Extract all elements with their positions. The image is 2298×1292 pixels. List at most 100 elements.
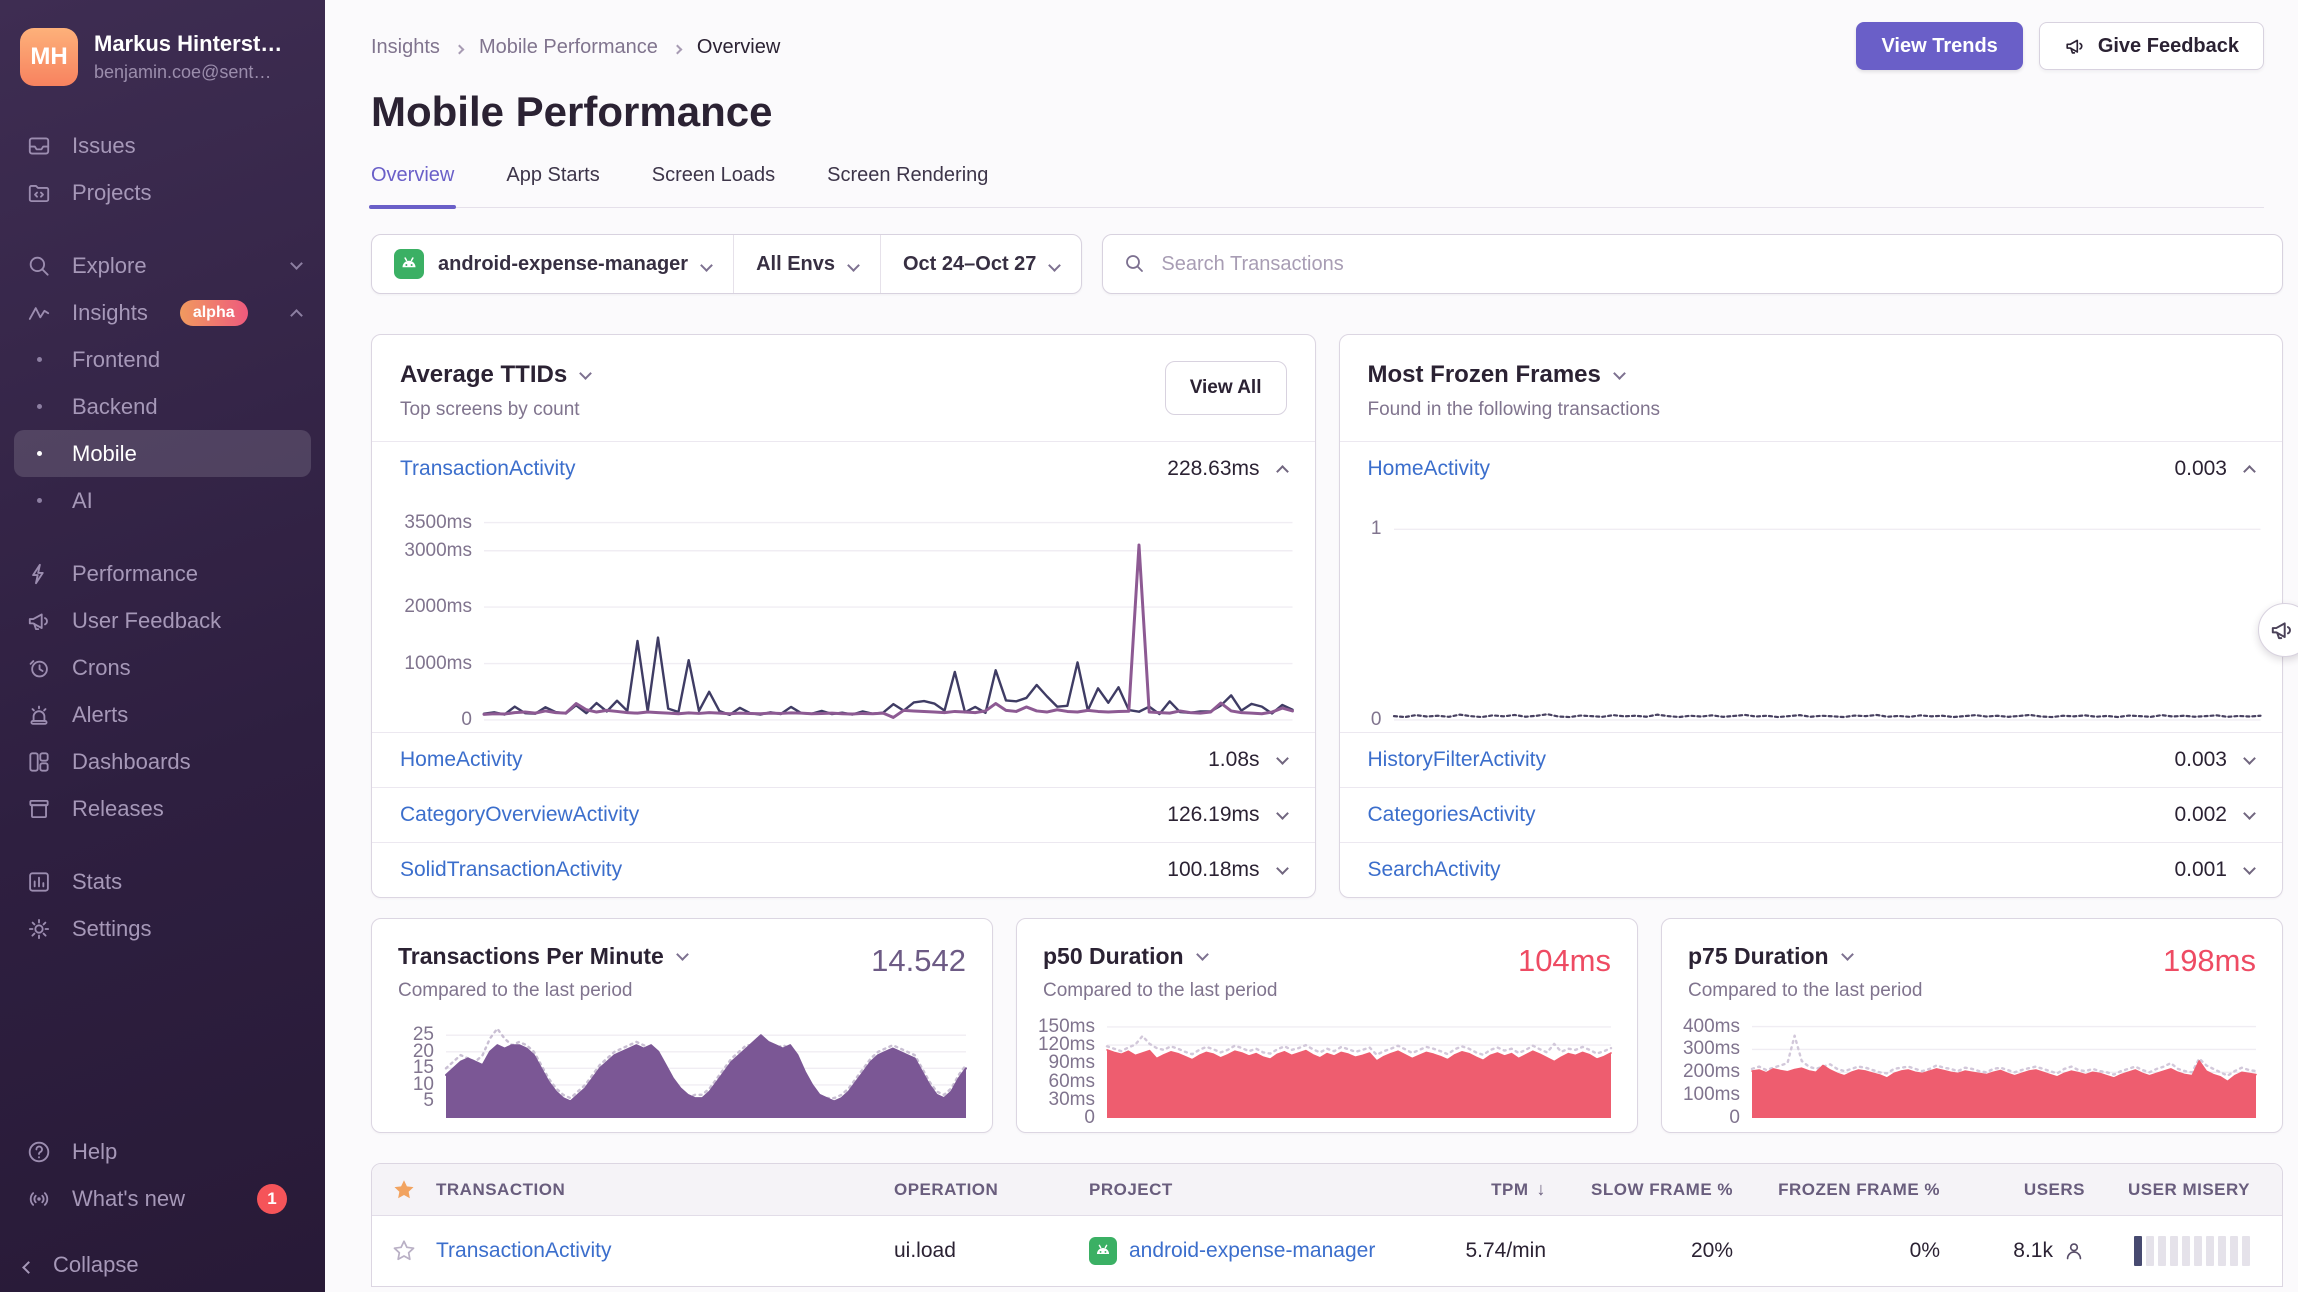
transaction-link[interactable]: HomeActivity [1368, 457, 1491, 481]
favorite-star-button[interactable] [372, 1238, 436, 1264]
sidebar-item-label: AI [72, 488, 93, 514]
bar-chart-icon [24, 869, 54, 895]
search-bar [1102, 234, 2283, 294]
sidebar-item-performance[interactable]: Performance [14, 550, 311, 597]
sidebar-item-frontend[interactable]: Frontend [14, 336, 311, 383]
environment-selector-value: All Envs [756, 253, 835, 276]
give-feedback-button[interactable]: Give Feedback [2039, 22, 2264, 70]
operation-cell: ui.load [894, 1239, 1089, 1263]
ttids-row: HomeActivity 1.08s [372, 732, 1315, 787]
transaction-link[interactable]: SearchActivity [1368, 858, 1501, 882]
sidebar-item-alerts[interactable]: Alerts [14, 691, 311, 738]
transactions-table: TRANSACTION OPERATION PROJECT TPM↓ SLOW … [371, 1163, 2283, 1287]
bullet-icon [24, 498, 54, 503]
expand-row-icon[interactable] [1276, 807, 1289, 820]
sidebar-item-projects[interactable]: Projects [14, 169, 311, 216]
column-header-frozen-frame[interactable]: FROZEN FRAME % [1733, 1180, 1940, 1200]
sidebar-item-backend[interactable]: Backend [14, 383, 311, 430]
tpm-title[interactable]: Transactions Per Minute [398, 943, 687, 970]
p50-panel: p50 Duration Compared to the last period… [1016, 918, 1638, 1133]
column-header-users[interactable]: USERS [1940, 1180, 2085, 1200]
collapse-row-icon[interactable] [2243, 465, 2256, 478]
expand-row-icon[interactable] [1276, 862, 1289, 875]
tab-app-starts[interactable]: App Starts [506, 164, 599, 207]
project-selector-value: android-expense-manager [438, 253, 688, 276]
expand-row-icon[interactable] [1276, 752, 1289, 765]
sidebar-item-releases[interactable]: Releases [14, 785, 311, 832]
transaction-link[interactable]: CategoriesActivity [1368, 803, 1536, 827]
sidebar-item-ai[interactable]: AI [14, 477, 311, 524]
date-range-selector[interactable]: Oct 24–Oct 27 [880, 235, 1081, 293]
tpm-cell-value: 5.74/min [1465, 1239, 1546, 1263]
chevron-down-icon [702, 253, 711, 276]
most-frozen-frames-panel: Most Frozen Frames Found in the followin… [1339, 334, 2284, 898]
view-all-button[interactable]: View All [1165, 361, 1287, 415]
transaction-link[interactable]: HistoryFilterActivity [1368, 748, 1547, 772]
chevron-right-icon [456, 36, 463, 59]
sidebar-item-settings[interactable]: Settings [14, 905, 311, 952]
sidebar-item-crons[interactable]: Crons [14, 644, 311, 691]
column-header-project[interactable]: PROJECT [1089, 1180, 1434, 1200]
column-header-operation[interactable]: OPERATION [894, 1180, 1089, 1200]
project-link[interactable]: android-expense-manager [1129, 1239, 1375, 1263]
ttids-chart [484, 514, 1293, 720]
chevron-down-icon [1841, 948, 1854, 961]
column-header-tpm[interactable]: TPM↓ [1434, 1179, 1546, 1200]
sidebar-item-explore[interactable]: Explore [14, 242, 311, 289]
expand-row-icon[interactable] [2243, 862, 2256, 875]
megaphone-icon [24, 608, 54, 634]
page-title: Mobile Performance [371, 88, 2264, 136]
tab-overview[interactable]: Overview [371, 164, 454, 207]
sidebar-item-label: Frontend [72, 347, 160, 373]
sidebar-item-issues[interactable]: Issues [14, 122, 311, 169]
p75-title[interactable]: p75 Duration [1688, 943, 1922, 970]
transaction-link[interactable]: CategoryOverviewActivity [400, 803, 639, 827]
p50-title[interactable]: p50 Duration [1043, 943, 1277, 970]
panel-title-label: Average TTIDs [400, 361, 567, 389]
ttids-expanded-row: TransactionActivity 228.63ms [372, 441, 1315, 496]
user-icon [2063, 1240, 2085, 1262]
transaction-link[interactable]: TransactionActivity [436, 1239, 611, 1262]
sidebar-item-dashboards[interactable]: Dashboards [14, 738, 311, 785]
sidebar-item-insights[interactable]: Insights alpha [14, 289, 311, 336]
sidebar-item-label: Insights [72, 300, 148, 326]
page-header: Insights Mobile Performance Overview Vie… [325, 0, 2298, 208]
gear-icon [24, 916, 54, 942]
sidebar-item-mobile[interactable]: Mobile [14, 430, 311, 477]
collapse-row-icon[interactable] [1276, 465, 1289, 478]
expand-row-icon[interactable] [2243, 807, 2256, 820]
column-header-transaction[interactable]: TRANSACTION [436, 1180, 894, 1200]
environment-selector[interactable]: All Envs [733, 235, 880, 293]
search-input[interactable] [1161, 253, 2262, 276]
sidebar-item-whats-new[interactable]: What's new 1 [14, 1175, 311, 1222]
frozen-y-axis: 10 [1348, 514, 1394, 720]
sidebar-item-help[interactable]: Help [14, 1128, 311, 1175]
tab-screen-loads[interactable]: Screen Loads [652, 164, 775, 207]
expand-row-icon[interactable] [2243, 752, 2256, 765]
transaction-link[interactable]: HomeActivity [400, 748, 523, 772]
project-selector[interactable]: android-expense-manager [372, 235, 733, 293]
most-frozen-frames-title[interactable]: Most Frozen Frames [1368, 361, 1661, 389]
sidebar-item-label: Releases [72, 796, 164, 822]
sidebar-item-stats[interactable]: Stats [14, 858, 311, 905]
star-icon[interactable] [372, 1177, 436, 1203]
users-cell: 8.1k [1940, 1239, 2085, 1263]
column-header-slow-frame[interactable]: SLOW FRAME % [1546, 1180, 1733, 1200]
projects-icon [24, 180, 54, 206]
sidebar-item-user-feedback[interactable]: User Feedback [14, 597, 311, 644]
page-body: android-expense-manager All Envs Oct 24–… [325, 208, 2298, 1292]
user-menu[interactable]: MH Markus Hinterst… benjamin.coe@sent… [0, 26, 325, 88]
breadcrumb-insights[interactable]: Insights [371, 36, 440, 59]
sidebar-collapse-button[interactable]: Collapse [0, 1236, 325, 1282]
tab-screen-rendering[interactable]: Screen Rendering [827, 164, 988, 207]
view-trends-button[interactable]: View Trends [1856, 22, 2022, 70]
frozen-row: CategoriesActivity 0.002 [1340, 787, 2283, 842]
sidebar-item-label: What's new [72, 1186, 185, 1212]
tpm-chart [446, 1022, 966, 1118]
breadcrumb-mobile-performance[interactable]: Mobile Performance [479, 36, 658, 59]
column-header-user-misery[interactable]: USER MISERY [2085, 1180, 2282, 1200]
panel-subtitle: Compared to the last period [398, 980, 687, 1002]
transaction-link[interactable]: TransactionActivity [400, 457, 575, 481]
average-ttids-title[interactable]: Average TTIDs [400, 361, 590, 389]
transaction-link[interactable]: SolidTransactionActivity [400, 858, 622, 882]
